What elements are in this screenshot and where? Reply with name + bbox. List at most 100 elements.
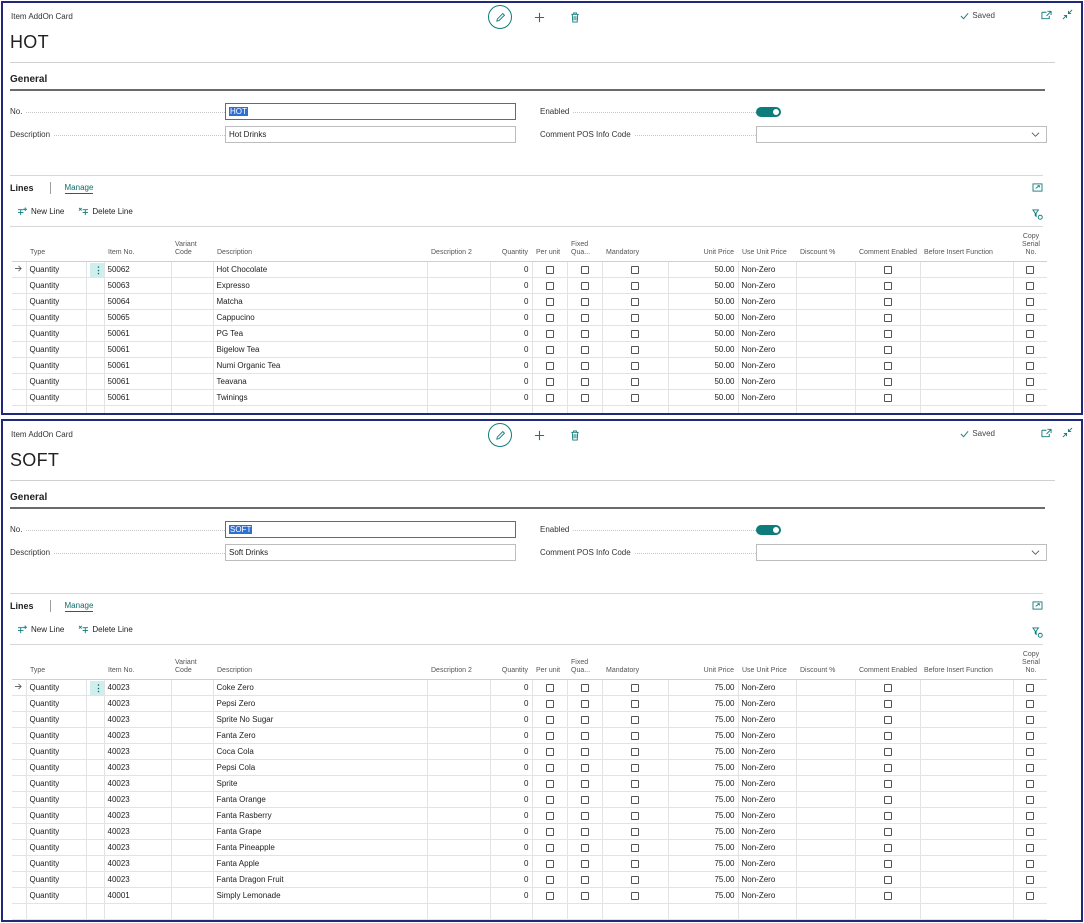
comment-enabled-checkbox[interactable] <box>883 843 892 852</box>
col-header-description[interactable]: Description <box>213 233 427 262</box>
per-unit-checkbox[interactable] <box>545 393 554 402</box>
copy-serial-no-checkbox[interactable] <box>1026 859 1035 868</box>
description-cell[interactable]: Matcha <box>212 293 427 310</box>
use-unit-price-cell[interactable] <box>737 405 796 413</box>
quantity-cell[interactable] <box>489 903 532 920</box>
col-header-per-unit[interactable]: Per unit <box>532 233 567 262</box>
unit-price-cell[interactable]: 50.00 <box>667 341 738 358</box>
col-header-quantity[interactable]: Quantity <box>490 651 532 680</box>
fixed-quantity-checkbox[interactable] <box>580 859 589 868</box>
variant-code-cell[interactable] <box>170 839 213 856</box>
use-unit-price-cell[interactable]: Non-Zero <box>737 823 796 840</box>
expand-button[interactable] <box>1032 183 1043 194</box>
table-row[interactable]: Quantity 40001 Simply Lemonade 0 75.00 N… <box>12 887 1047 904</box>
use-unit-price-cell[interactable]: Non-Zero <box>737 839 796 856</box>
type-cell[interactable]: Quantity <box>25 277 86 294</box>
unit-price-cell[interactable]: 75.00 <box>667 839 738 856</box>
comment-enabled-checkbox[interactable] <box>883 891 892 900</box>
quantity-cell[interactable]: 0 <box>489 277 532 294</box>
quantity-cell[interactable]: 0 <box>489 759 532 776</box>
fixed-quantity-checkbox[interactable] <box>580 763 589 772</box>
table-row[interactable]: Quantity 40023 Coca Cola 0 75.00 Non-Zer… <box>12 743 1047 760</box>
quantity-cell[interactable]: 0 <box>489 887 532 904</box>
description-2-cell[interactable] <box>426 357 490 374</box>
per-unit-checkbox[interactable] <box>545 763 554 772</box>
manage-tab[interactable]: Manage <box>64 601 94 612</box>
quantity-cell[interactable]: 0 <box>489 357 532 374</box>
type-cell[interactable]: Quantity <box>25 807 86 824</box>
copy-serial-no-checkbox[interactable] <box>1026 683 1035 692</box>
variant-code-cell[interactable] <box>170 855 213 872</box>
item-no-cell[interactable] <box>103 903 171 920</box>
type-cell[interactable]: Quantity <box>25 389 86 406</box>
copy-serial-no-checkbox[interactable] <box>1026 747 1035 756</box>
comment-enabled-checkbox[interactable] <box>883 699 892 708</box>
unit-price-cell[interactable]: 75.00 <box>667 871 738 888</box>
description-cell[interactable]: Fanta Pineapple <box>212 839 427 856</box>
per-unit-checkbox[interactable] <box>545 715 554 724</box>
table-row[interactable]: Quantity 40023 Fanta Apple 0 75.00 Non-Z… <box>12 855 1047 872</box>
variant-code-cell[interactable] <box>170 679 213 696</box>
discount-cell[interactable] <box>795 839 855 856</box>
unit-price-cell[interactable]: 50.00 <box>667 373 738 390</box>
type-cell[interactable]: Quantity <box>25 887 86 904</box>
col-header-use-unit-price[interactable]: Use Unit Price <box>738 651 796 680</box>
col-header-fixed-quantity[interactable]: Fixed Qua... <box>567 233 602 262</box>
filter-button[interactable] <box>1032 209 1043 222</box>
table-row[interactable]: Quantity 50064 Matcha 0 50.00 Non-Zero <box>12 293 1047 310</box>
before-insert-function-cell[interactable] <box>919 839 1013 856</box>
discount-cell[interactable] <box>795 871 855 888</box>
comment-enabled-checkbox[interactable] <box>883 715 892 724</box>
variant-code-cell[interactable] <box>170 871 213 888</box>
description-input[interactable]: Soft Drinks <box>225 544 516 561</box>
unit-price-cell[interactable]: 50.00 <box>667 357 738 374</box>
table-row[interactable]: Quantity 40023 Fanta Orange 0 75.00 Non-… <box>12 791 1047 808</box>
use-unit-price-cell[interactable]: Non-Zero <box>737 807 796 824</box>
mandatory-checkbox[interactable] <box>631 795 639 804</box>
use-unit-price-cell[interactable]: Non-Zero <box>737 679 796 696</box>
mandatory-checkbox[interactable] <box>631 699 639 708</box>
col-header-quantity[interactable]: Quantity <box>490 233 532 262</box>
before-insert-function-cell[interactable] <box>919 903 1013 920</box>
comment-enabled-checkbox[interactable] <box>883 795 892 804</box>
no-input[interactable]: HOT <box>225 103 516 120</box>
description-cell[interactable]: Expresso <box>212 277 427 294</box>
before-insert-function-cell[interactable] <box>919 743 1013 760</box>
col-header-copy-serial-no[interactable]: Copy Serial No. <box>1013 651 1047 680</box>
discount-cell[interactable] <box>795 743 855 760</box>
table-row[interactable]: Quantity 40023 Fanta Zero 0 75.00 Non-Ze… <box>12 727 1047 744</box>
use-unit-price-cell[interactable]: Non-Zero <box>737 791 796 808</box>
use-unit-price-cell[interactable]: Non-Zero <box>737 261 796 278</box>
col-header-mandatory[interactable]: Mandatory <box>602 651 668 680</box>
unit-price-cell[interactable]: 75.00 <box>667 759 738 776</box>
before-insert-function-cell[interactable] <box>919 711 1013 728</box>
per-unit-checkbox[interactable] <box>545 827 554 836</box>
table-row[interactable]: Quantity ⋮ 50062 Hot Chocolate 0 50.00 N… <box>12 261 1047 278</box>
table-row[interactable]: Quantity 40023 Fanta Pineapple 0 75.00 N… <box>12 839 1047 856</box>
copy-serial-no-checkbox[interactable] <box>1026 891 1035 900</box>
fixed-quantity-checkbox[interactable] <box>580 811 589 820</box>
variant-code-cell[interactable] <box>170 823 213 840</box>
delete-button[interactable] <box>566 426 584 444</box>
copy-serial-no-checkbox[interactable] <box>1026 699 1035 708</box>
description-2-cell[interactable] <box>426 903 490 920</box>
collapse-button[interactable] <box>1062 427 1073 440</box>
before-insert-function-cell[interactable] <box>919 325 1013 342</box>
enabled-toggle[interactable] <box>756 106 781 117</box>
type-cell[interactable]: Quantity <box>25 743 86 760</box>
quantity-cell[interactable]: 0 <box>489 711 532 728</box>
per-unit-checkbox[interactable] <box>545 859 554 868</box>
mandatory-checkbox[interactable] <box>631 747 639 756</box>
fixed-quantity-checkbox[interactable] <box>580 795 589 804</box>
copy-serial-no-checkbox[interactable] <box>1026 313 1035 322</box>
enabled-toggle[interactable] <box>756 524 781 535</box>
variant-code-cell[interactable] <box>170 293 213 310</box>
description-2-cell[interactable] <box>426 679 490 696</box>
fixed-quantity-checkbox[interactable] <box>580 779 589 788</box>
discount-cell[interactable] <box>795 855 855 872</box>
description-2-cell[interactable] <box>426 261 490 278</box>
description-cell[interactable]: Cappucino <box>212 309 427 326</box>
type-cell[interactable]: Quantity <box>25 679 86 696</box>
col-header-fixed-quantity[interactable]: Fixed Qua... <box>567 651 602 680</box>
item-no-cell[interactable]: 50061 <box>103 357 171 374</box>
